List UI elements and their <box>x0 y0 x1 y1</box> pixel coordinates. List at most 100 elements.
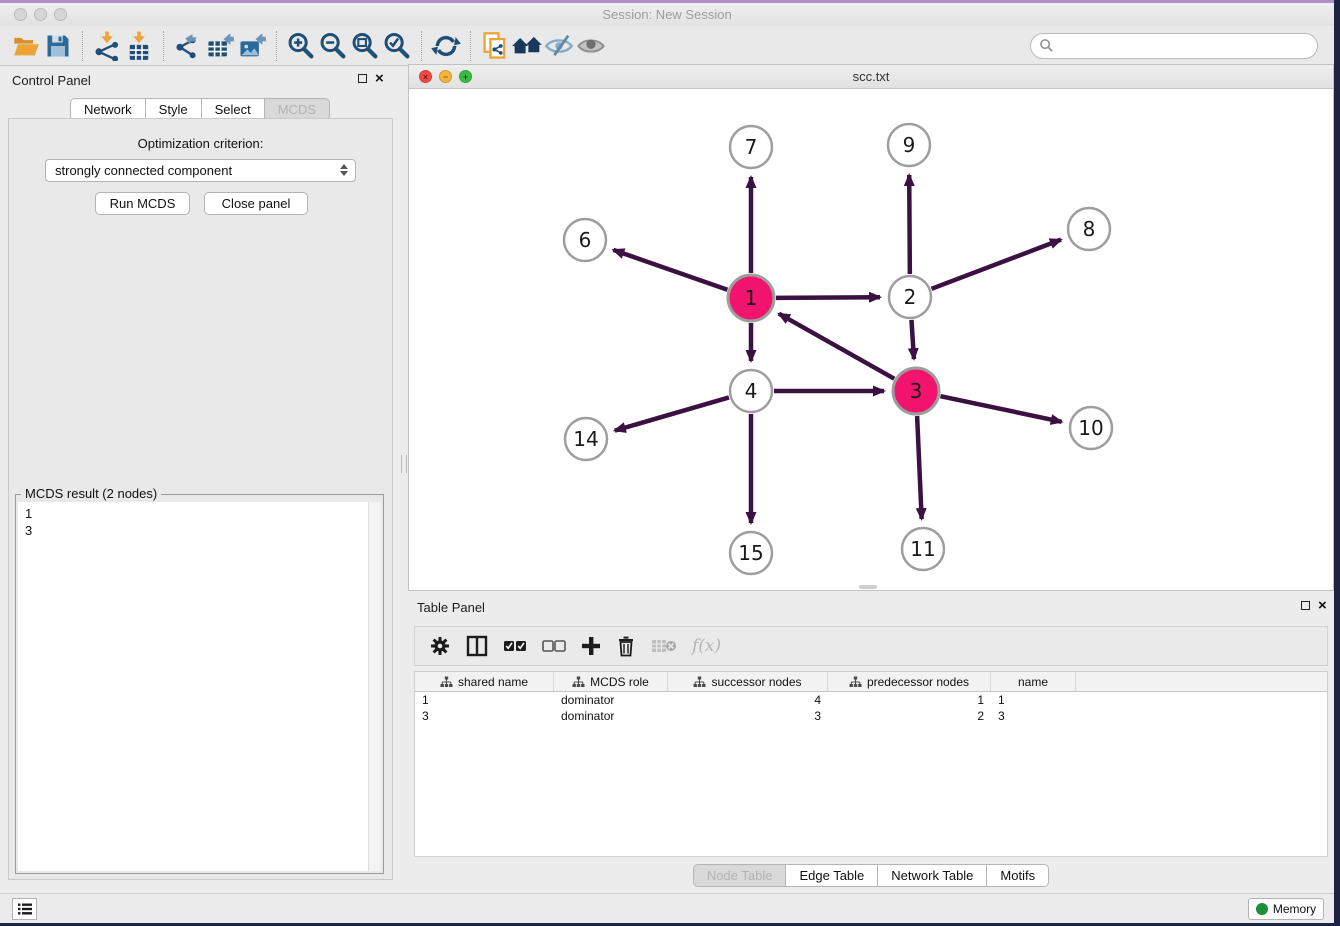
graph-node-9[interactable]: 9 <box>888 124 930 166</box>
export-table-icon[interactable] <box>204 30 236 62</box>
tab-network-table[interactable]: Network Table <box>878 864 987 887</box>
table-row[interactable]: 1dominator411 <box>415 692 1327 708</box>
table-cell[interactable]: 2 <box>828 708 991 724</box>
graph-node-1[interactable]: 1 <box>728 275 774 321</box>
float-table-panel-icon[interactable] <box>1301 601 1310 610</box>
graph-edge-2-8[interactable] <box>932 240 1061 289</box>
column-header-predecessor-nodes[interactable]: predecessor nodes <box>828 672 991 691</box>
network-canvas[interactable]: 7 9 6 8 1 2 4 3 14 10 15 11 <box>409 89 1333 590</box>
splitter-grip[interactable] <box>401 455 407 473</box>
mcds-result-lines: 1 3 <box>18 502 381 542</box>
svg-text:7: 7 <box>745 135 758 159</box>
search-field-wrap <box>1030 33 1318 59</box>
table-cell[interactable]: 3 <box>668 708 828 724</box>
table-cell[interactable]: 1 <box>415 692 554 708</box>
graph-edge-1-2[interactable] <box>776 297 880 298</box>
toolbar-separator <box>276 31 277 61</box>
network-window-titlebar[interactable]: × − + scc.txt <box>409 65 1333 89</box>
home-layout-icon[interactable] <box>511 30 543 62</box>
clone-network-icon[interactable] <box>479 30 511 62</box>
svg-text:10: 10 <box>1078 416 1103 440</box>
column-header-name[interactable]: name <box>991 672 1076 691</box>
graph-edge-2-9[interactable] <box>909 175 910 274</box>
graph-edge-3-1[interactable] <box>779 314 894 379</box>
table-toolbar: f(x) <box>414 626 1328 666</box>
memory-status-icon <box>1256 903 1268 915</box>
optimization-criterion-select[interactable]: strongly connected component <box>45 159 356 182</box>
svg-text:4: 4 <box>745 379 758 403</box>
table-cell[interactable]: 1 <box>991 692 1076 708</box>
graph-edge-1-6[interactable] <box>613 250 727 290</box>
zoom-out-icon[interactable] <box>317 30 349 62</box>
export-network-icon[interactable] <box>172 30 204 62</box>
table-settings-gear-icon[interactable] <box>429 633 451 659</box>
close-panel-button[interactable]: Close panel <box>204 192 308 215</box>
tab-node-table[interactable]: Node Table <box>693 864 787 887</box>
memory-button[interactable]: Memory <box>1248 898 1324 920</box>
toolbar-separator <box>163 31 164 61</box>
table-cell[interactable]: 4 <box>668 692 828 708</box>
mcds-scrollbar[interactable] <box>368 502 381 871</box>
table-row[interactable]: 3dominator323 <box>415 708 1327 724</box>
table-cell[interactable]: 3 <box>415 708 554 724</box>
task-history-button[interactable] <box>12 898 37 920</box>
zoom-in-icon[interactable] <box>285 30 317 62</box>
run-mcds-button[interactable]: Run MCDS <box>95 192 190 215</box>
table-cell[interactable]: dominator <box>554 692 668 708</box>
refresh-view-icon[interactable] <box>430 30 462 62</box>
zoom-fit-icon[interactable] <box>349 30 381 62</box>
graph-edge-4-14[interactable] <box>615 397 729 430</box>
svg-text:2: 2 <box>904 285 917 309</box>
control-panel-title: Control Panel <box>12 73 91 88</box>
graph-node-8[interactable]: 8 <box>1068 208 1110 250</box>
show-columns-icon[interactable] <box>466 633 488 659</box>
graph-node-7[interactable]: 7 <box>730 126 772 168</box>
apply-function-icon[interactable]: f(x) <box>692 633 721 659</box>
delete-column-trash-icon[interactable] <box>616 633 636 659</box>
close-table-panel-icon[interactable]: × <box>1318 600 1327 611</box>
tab-edge-table[interactable]: Edge Table <box>786 864 878 887</box>
export-image-icon[interactable] <box>236 30 268 62</box>
import-table-icon[interactable] <box>123 30 155 62</box>
show-view-icon[interactable] <box>575 30 607 62</box>
graph-node-10[interactable]: 10 <box>1070 407 1112 449</box>
open-file-icon[interactable] <box>10 30 42 62</box>
select-stepper-icon <box>340 164 348 176</box>
save-session-icon[interactable] <box>42 30 74 62</box>
column-header-shared-name[interactable]: shared name <box>415 672 554 691</box>
canvas-scroll-thumb[interactable] <box>859 585 877 589</box>
table-panel-title: Table Panel <box>417 600 485 615</box>
graph-edge-2-3[interactable] <box>911 320 913 359</box>
close-panel-icon[interactable]: × <box>375 73 384 84</box>
add-column-icon[interactable] <box>581 633 601 659</box>
select-all-icon[interactable] <box>503 633 527 659</box>
graph-node-4[interactable]: 4 <box>730 370 772 412</box>
search-input[interactable] <box>1030 33 1318 59</box>
toolbar-separator <box>421 31 422 61</box>
tab-motifs[interactable]: Motifs <box>987 864 1049 887</box>
main-toolbar <box>0 26 1334 66</box>
attribute-tree-icon <box>440 676 453 688</box>
column-header-successor-nodes[interactable]: successor nodes <box>668 672 828 691</box>
delete-table-icon[interactable] <box>651 633 677 659</box>
application-window: Session: New Session <box>0 0 1334 923</box>
graph-edge-3-10[interactable] <box>940 396 1061 422</box>
table-cell[interactable]: 3 <box>991 708 1076 724</box>
deselect-all-icon[interactable] <box>542 633 566 659</box>
table-cell[interactable]: 1 <box>828 692 991 708</box>
graph-edge-3-11[interactable] <box>917 416 922 519</box>
graph-node-6[interactable]: 6 <box>564 219 606 261</box>
graph-node-15[interactable]: 15 <box>730 532 772 574</box>
graph-node-3[interactable]: 3 <box>893 368 939 414</box>
import-network-icon[interactable] <box>91 30 123 62</box>
column-header-MCDS-role[interactable]: MCDS role <box>554 672 668 691</box>
table-cell[interactable]: dominator <box>554 708 668 724</box>
graph-node-14[interactable]: 14 <box>565 418 607 460</box>
float-panel-icon[interactable] <box>358 74 367 83</box>
hide-panels-icon[interactable] <box>543 30 575 62</box>
zoom-selected-icon[interactable] <box>381 30 413 62</box>
search-icon <box>1039 38 1054 58</box>
mcds-result-list[interactable]: 1 3 <box>18 502 381 871</box>
graph-node-11[interactable]: 11 <box>902 528 944 570</box>
graph-node-2[interactable]: 2 <box>889 276 931 318</box>
